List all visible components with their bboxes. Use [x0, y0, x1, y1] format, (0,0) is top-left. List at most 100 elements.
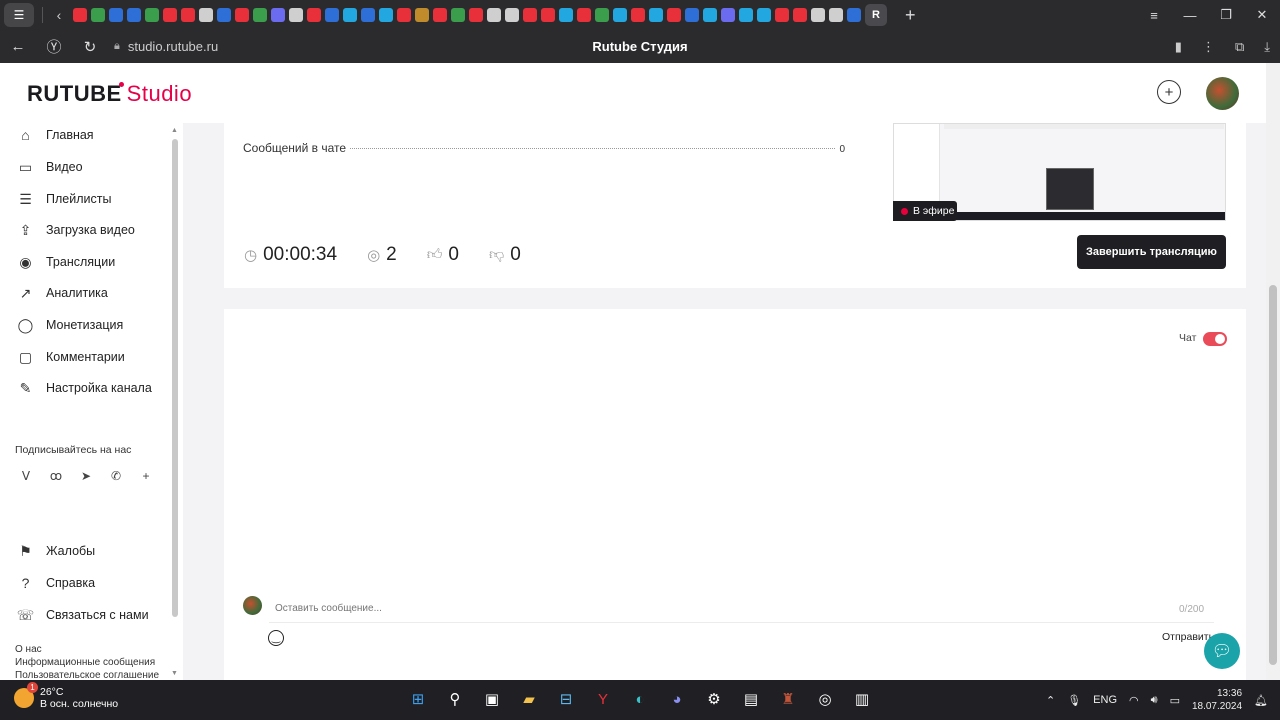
scroll-up-icon[interactable]: ▲: [171, 127, 178, 134]
tab-favicon[interactable]: [577, 8, 591, 22]
active-tab[interactable]: R: [865, 4, 887, 26]
tab-favicon[interactable]: [793, 8, 807, 22]
sidebar-item[interactable]: ⌂ Главная: [17, 123, 93, 147]
tab-favicon[interactable]: [541, 8, 555, 22]
tab-favicon[interactable]: [397, 8, 411, 22]
tab-favicon[interactable]: [847, 8, 861, 22]
tab-favicon[interactable]: [181, 8, 195, 22]
downloads-icon[interactable]: ⤓: [1264, 39, 1270, 55]
yandex-browser-icon[interactable]: Y: [593, 688, 613, 710]
chat-toggle[interactable]: [1203, 332, 1227, 346]
browser-menu-icon[interactable]: ☰: [4, 3, 34, 27]
tab-favicon[interactable]: [613, 8, 627, 22]
tab-favicon[interactable]: [433, 8, 447, 22]
tab-favicon[interactable]: [271, 8, 285, 22]
sidebar-item[interactable]: ▭ Видео: [17, 155, 83, 179]
clock[interactable]: 13:36 18.07.2024: [1192, 687, 1242, 713]
tabs-back-icon[interactable]: ‹: [49, 7, 69, 23]
edge-icon[interactable]: ◐: [630, 688, 650, 710]
tab-favicon[interactable]: [829, 8, 843, 22]
sidebar-scrollbar[interactable]: ▲ ▼: [170, 127, 180, 677]
restore-icon[interactable]: ❐: [1208, 0, 1244, 30]
sidebar-item[interactable]: ↗ Аналитика: [17, 281, 108, 305]
tab-favicon[interactable]: [109, 8, 123, 22]
search-icon[interactable]: ⚲: [445, 688, 465, 710]
user-avatar[interactable]: [1206, 77, 1239, 110]
emoji-icon[interactable]: ‿: [268, 630, 284, 646]
bookmark-icon[interactable]: ▮: [1175, 39, 1182, 55]
tab-favicon[interactable]: [307, 8, 321, 22]
tab-favicon[interactable]: [505, 8, 519, 22]
tab-favicon[interactable]: [127, 8, 141, 22]
back-button[interactable]: ←: [0, 38, 36, 55]
sidebar-bottom-item[interactable]: ☏ Связаться с нами: [17, 603, 149, 627]
scroll-down-icon[interactable]: ▼: [171, 670, 178, 677]
collections-icon[interactable]: ⧉: [1235, 39, 1244, 55]
discord-icon[interactable]: ◕: [667, 688, 687, 710]
support-chat-icon[interactable]: 💬︎: [1204, 633, 1240, 669]
sidebar-item[interactable]: ◯ Монетизация: [17, 313, 124, 337]
volume-icon[interactable]: 🔊︎: [1151, 694, 1158, 707]
url-text[interactable]: studio.rutube.ru: [128, 39, 218, 54]
notifications-icon[interactable]: 🔔︎: [1254, 694, 1268, 707]
sidebar-scroll-thumb[interactable]: [172, 139, 178, 617]
weather-widget[interactable]: 1 26°C В осн. солнечно: [14, 682, 118, 710]
reload-button[interactable]: ↻: [72, 38, 108, 56]
tab-favicon[interactable]: [523, 8, 537, 22]
settings-app-icon[interactable]: ⚙: [704, 688, 724, 710]
telegram-icon[interactable]: ➤: [78, 469, 94, 483]
chat-message-input[interactable]: [269, 595, 1214, 623]
tray-expand-icon[interactable]: ⌃: [1046, 694, 1055, 707]
tab-favicon[interactable]: [73, 8, 87, 22]
tab-favicon[interactable]: [775, 8, 789, 22]
tab-favicon[interactable]: [811, 8, 825, 22]
tab-favicon[interactable]: [631, 8, 645, 22]
sidebar-item[interactable]: ✎ Настройка канала: [17, 376, 152, 400]
footer-link-info[interactable]: Информационные сообщения: [15, 657, 155, 668]
more-socials-icon[interactable]: +: [138, 469, 154, 483]
tab-favicon[interactable]: [91, 8, 105, 22]
sidebar-bottom-item[interactable]: ⚑ Жалобы: [17, 539, 95, 563]
tab-favicon[interactable]: [649, 8, 663, 22]
minimize-icon[interactable]: —: [1172, 0, 1208, 30]
tab-favicon[interactable]: [145, 8, 159, 22]
page-scrollbar[interactable]: [1266, 63, 1280, 680]
sidebar-item[interactable]: ⇪ Загрузка видео: [17, 218, 135, 242]
rutube-studio-logo[interactable]: RUTUBE Studio: [27, 81, 192, 107]
tab-favicon[interactable]: [559, 8, 573, 22]
battery-icon[interactable]: ▭: [1170, 694, 1180, 707]
sidebar-bottom-item[interactable]: ? Справка: [17, 571, 95, 595]
tab-favicon[interactable]: [721, 8, 735, 22]
tab-favicon[interactable]: [253, 8, 267, 22]
url-field[interactable]: 🔒︎ studio.rutube.ru: [114, 39, 218, 54]
tab-favicon[interactable]: [685, 8, 699, 22]
tab-favicon[interactable]: [163, 8, 177, 22]
sidebar-item[interactable]: ◉ Трансляции: [17, 250, 115, 274]
sidebar-item[interactable]: ☰ Плейлисты: [17, 187, 111, 211]
new-tab-button[interactable]: +: [905, 5, 916, 26]
tab-favicon[interactable]: [667, 8, 681, 22]
tab-favicon[interactable]: [325, 8, 339, 22]
tab-favicon[interactable]: [289, 8, 303, 22]
wifi-icon[interactable]: ◠: [1129, 694, 1139, 707]
viber-icon[interactable]: ✆: [108, 469, 124, 483]
tab-favicon[interactable]: [235, 8, 249, 22]
add-content-button[interactable]: +: [1157, 80, 1181, 104]
yandex-icon[interactable]: Ⓨ: [36, 36, 72, 57]
page-scroll-thumb[interactable]: [1269, 285, 1277, 665]
ok-icon[interactable]: ꝏ: [48, 469, 64, 483]
tab-favicon[interactable]: [703, 8, 717, 22]
tab-list-icon[interactable]: ≡: [1136, 0, 1172, 30]
vk-icon[interactable]: ᐯ: [18, 469, 34, 483]
footer-link-about[interactable]: О нас: [15, 644, 42, 655]
game-icon[interactable]: ♜: [778, 688, 798, 710]
more-icon[interactable]: ⋮: [1202, 39, 1215, 55]
language-indicator[interactable]: ENG: [1093, 694, 1117, 706]
terminal-icon[interactable]: ▤: [741, 688, 761, 710]
tab-favicon[interactable]: [217, 8, 231, 22]
console-icon[interactable]: ▥: [852, 688, 872, 710]
tab-favicon[interactable]: [487, 8, 501, 22]
close-icon[interactable]: ✕: [1244, 0, 1280, 30]
tab-favicon[interactable]: [451, 8, 465, 22]
tab-favicon[interactable]: [739, 8, 753, 22]
